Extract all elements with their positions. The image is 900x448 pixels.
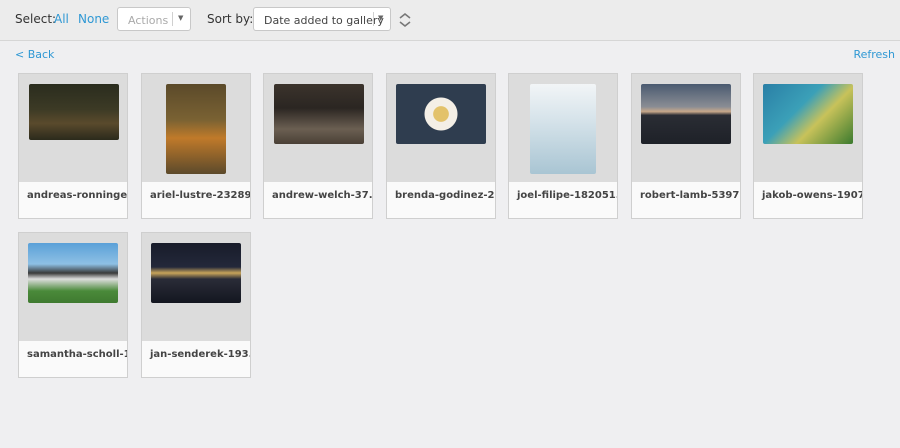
thumbnail-frame: [142, 233, 250, 341]
actions-placeholder: Actions: [128, 14, 169, 27]
thumbnail-frame: [509, 74, 617, 182]
select-label: Select:: [15, 12, 57, 26]
select-all-link[interactable]: All: [54, 12, 69, 26]
chevron-down-icon: ▼: [178, 14, 184, 22]
image-thumbnail: [151, 243, 241, 303]
image-thumbnail: [29, 84, 119, 140]
file-name: joel-filipe-182051...: [517, 190, 617, 201]
chevron-down-icon: ▼: [378, 14, 384, 22]
thumbnail-frame: [142, 74, 250, 182]
gallery-item[interactable]: robert-lamb-5397...: [631, 73, 741, 219]
image-thumbnail: [396, 84, 486, 144]
file-name: ariel-lustre-23289...: [150, 190, 250, 201]
sort-value: Date added to gallery: [264, 14, 384, 27]
gallery-item[interactable]: andreas-ronninge...: [18, 73, 128, 219]
thumbnail-frame: [632, 74, 740, 182]
thumbnail-frame: [19, 233, 127, 341]
file-name: samantha-scholl-1...: [27, 349, 127, 360]
sort-direction-icon[interactable]: [398, 12, 412, 28]
actions-dropdown[interactable]: Actions ▼: [117, 7, 191, 31]
gallery-item[interactable]: joel-filipe-182051...: [508, 73, 618, 219]
back-link[interactable]: < Back: [15, 48, 54, 61]
image-thumbnail: [641, 84, 731, 144]
gallery-item[interactable]: jan-senderek-193...: [141, 232, 251, 378]
gallery-item[interactable]: ariel-lustre-23289...: [141, 73, 251, 219]
image-thumbnail: [166, 84, 226, 174]
sort-dropdown[interactable]: Date added to gallery ▼: [253, 7, 391, 31]
gallery-item[interactable]: jakob-owens-1907...: [753, 73, 863, 219]
select-none-link[interactable]: None: [78, 12, 109, 26]
gallery-item[interactable]: andrew-welch-37...: [263, 73, 373, 219]
sort-label: Sort by:: [207, 12, 254, 26]
thumbnail-frame: [264, 74, 372, 182]
file-name: andreas-ronninge...: [27, 190, 127, 201]
refresh-link[interactable]: Refresh: [853, 48, 895, 61]
image-thumbnail: [28, 243, 118, 303]
thumbnail-frame: [387, 74, 495, 182]
file-name: jakob-owens-1907...: [762, 190, 862, 201]
thumbnail-frame: [754, 74, 862, 182]
file-name: andrew-welch-37...: [272, 190, 372, 201]
dropdown-divider: [373, 12, 374, 26]
thumbnail-frame: [19, 74, 127, 182]
image-thumbnail: [763, 84, 853, 144]
file-name: jan-senderek-193...: [150, 349, 250, 360]
toolbar: Select: All None Actions ▼ Sort by: Date…: [0, 0, 900, 41]
file-name: brenda-godinez-2...: [395, 190, 495, 201]
gallery-item[interactable]: samantha-scholl-1...: [18, 232, 128, 378]
image-thumbnail: [530, 84, 596, 174]
gallery-item[interactable]: brenda-godinez-2...: [386, 73, 496, 219]
file-name: robert-lamb-5397...: [640, 190, 740, 201]
dropdown-divider: [172, 12, 173, 26]
image-thumbnail: [274, 84, 364, 144]
